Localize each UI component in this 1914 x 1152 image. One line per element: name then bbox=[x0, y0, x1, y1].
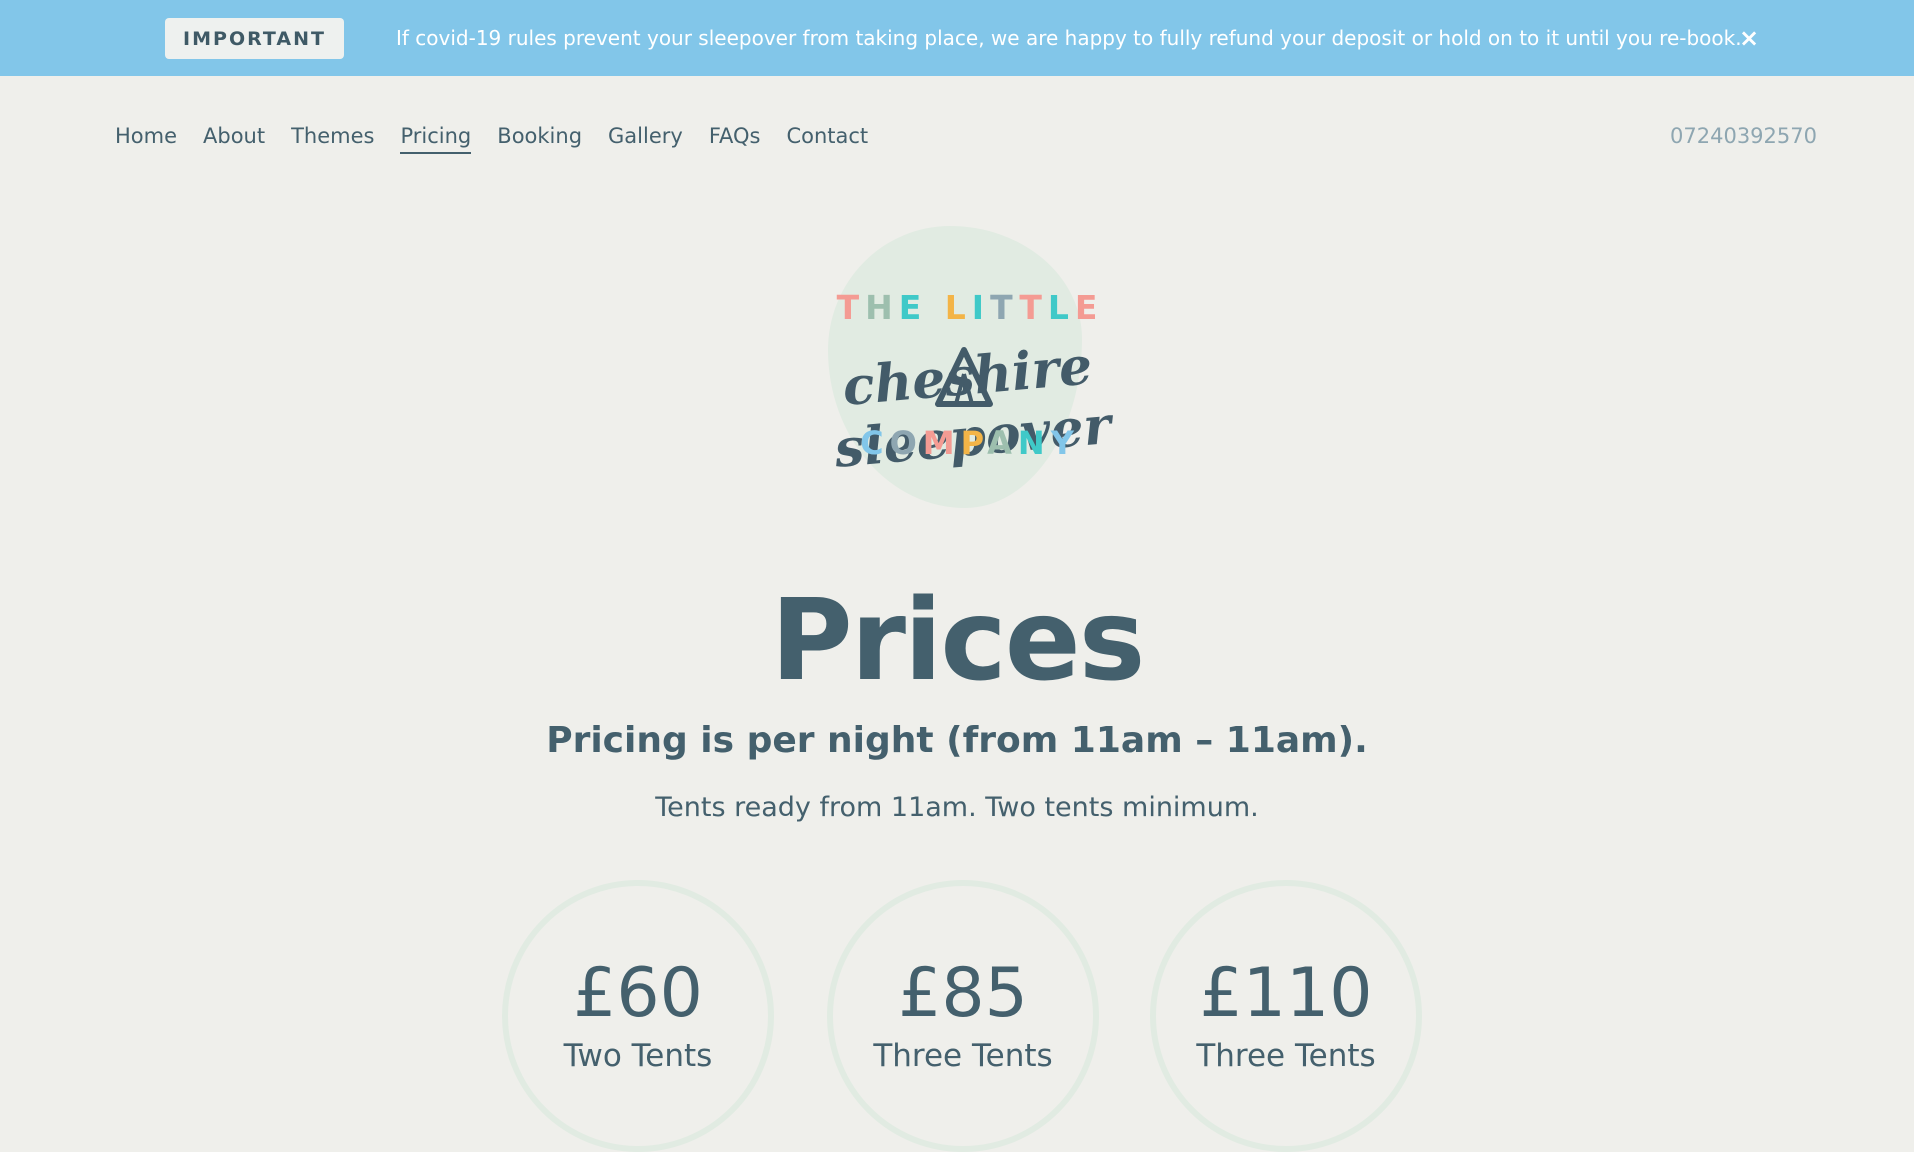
price-label: Three Tents bbox=[1196, 1038, 1376, 1074]
nav-themes[interactable]: Themes bbox=[291, 124, 374, 154]
price-card: £60 Two Tents bbox=[502, 880, 774, 1152]
announcement-banner: IMPORTANT If covid-19 rules prevent your… bbox=[0, 0, 1914, 76]
nav-booking[interactable]: Booking bbox=[497, 124, 582, 154]
nav-about[interactable]: About bbox=[203, 124, 265, 154]
close-icon[interactable]: × bbox=[1736, 20, 1762, 56]
nav-faqs[interactable]: FAQs bbox=[709, 124, 761, 154]
price-amount: £85 bbox=[898, 954, 1028, 1033]
price-card: £85 Three Tents bbox=[827, 880, 1099, 1152]
pricing-note: Tents ready from 11am. Two tents minimum… bbox=[655, 792, 1259, 823]
price-label: Two Tents bbox=[563, 1038, 713, 1074]
price-label: Three Tents bbox=[873, 1038, 1053, 1074]
nav-home[interactable]: Home bbox=[115, 124, 177, 154]
price-amount: £110 bbox=[1199, 954, 1373, 1033]
price-card: £110 Three Tents bbox=[1150, 880, 1422, 1152]
tent-icon bbox=[935, 347, 993, 407]
nav-pricing[interactable]: Pricing bbox=[400, 124, 472, 154]
company-logo[interactable]: THE LITTLE cheshire sleepover COMPANY bbox=[730, 226, 1210, 512]
banner-message: If covid-19 rules prevent your sleepover… bbox=[396, 26, 1742, 50]
pricing-subtitle: Pricing is per night (from 11am – 11am). bbox=[546, 720, 1368, 761]
main-nav: Home About Themes Pricing Booking Galler… bbox=[115, 124, 868, 154]
nav-gallery[interactable]: Gallery bbox=[608, 124, 683, 154]
page-title: Prices bbox=[770, 576, 1146, 706]
logo-top-text: THE LITTLE bbox=[836, 288, 1104, 327]
logo-bottom-text: COMPANY bbox=[860, 424, 1080, 462]
nav-contact[interactable]: Contact bbox=[786, 124, 868, 154]
phone-link[interactable]: 07240392570 bbox=[1670, 124, 1817, 148]
price-amount: £60 bbox=[573, 954, 703, 1033]
important-badge: IMPORTANT bbox=[165, 18, 344, 59]
